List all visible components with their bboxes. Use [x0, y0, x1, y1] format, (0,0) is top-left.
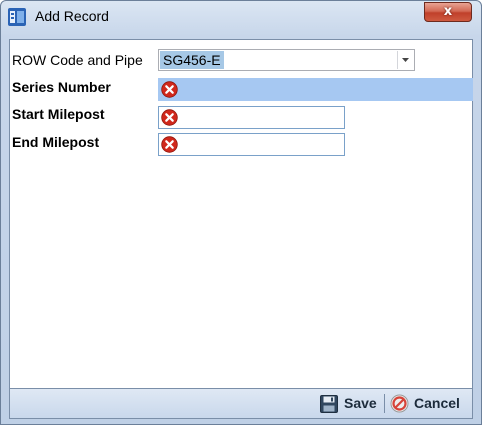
- close-icon: x: [443, 4, 453, 19]
- floppy-disk-icon: [320, 395, 338, 413]
- action-bar: Save Cancel: [9, 389, 473, 419]
- window-title: Add Record: [35, 8, 109, 24]
- row-code-dropdown-button[interactable]: [397, 51, 413, 69]
- chevron-down-icon: [402, 58, 409, 62]
- cancel-circle-icon: [390, 394, 409, 413]
- error-x-icon: [161, 81, 178, 98]
- button-separator: [384, 394, 385, 413]
- row-code-combobox[interactable]: SG456-E: [158, 49, 415, 71]
- form-panel: ROW Code and Pipe SG456-E Series Number …: [9, 39, 473, 389]
- title-bar[interactable]: Add Record x: [1, 1, 481, 33]
- series-number-input[interactable]: [158, 78, 473, 101]
- cancel-label: Cancel: [414, 395, 460, 411]
- error-x-icon: [161, 109, 178, 126]
- start-milepost-label: Start Milepost: [12, 106, 105, 122]
- form-app-icon: [8, 8, 26, 26]
- save-label: Save: [344, 395, 377, 411]
- close-button[interactable]: x: [424, 2, 472, 22]
- start-milepost-input[interactable]: [158, 106, 345, 129]
- row-code-label: ROW Code and Pipe: [12, 52, 143, 68]
- error-x-icon: [161, 136, 178, 153]
- end-milepost-label: End Milepost: [12, 134, 100, 150]
- row-code-value: SG456-E: [160, 51, 224, 69]
- series-number-label: Series Number: [12, 79, 111, 95]
- add-record-dialog: Add Record x ROW Code and Pipe SG456-E S…: [0, 0, 482, 425]
- end-milepost-input[interactable]: [158, 133, 345, 156]
